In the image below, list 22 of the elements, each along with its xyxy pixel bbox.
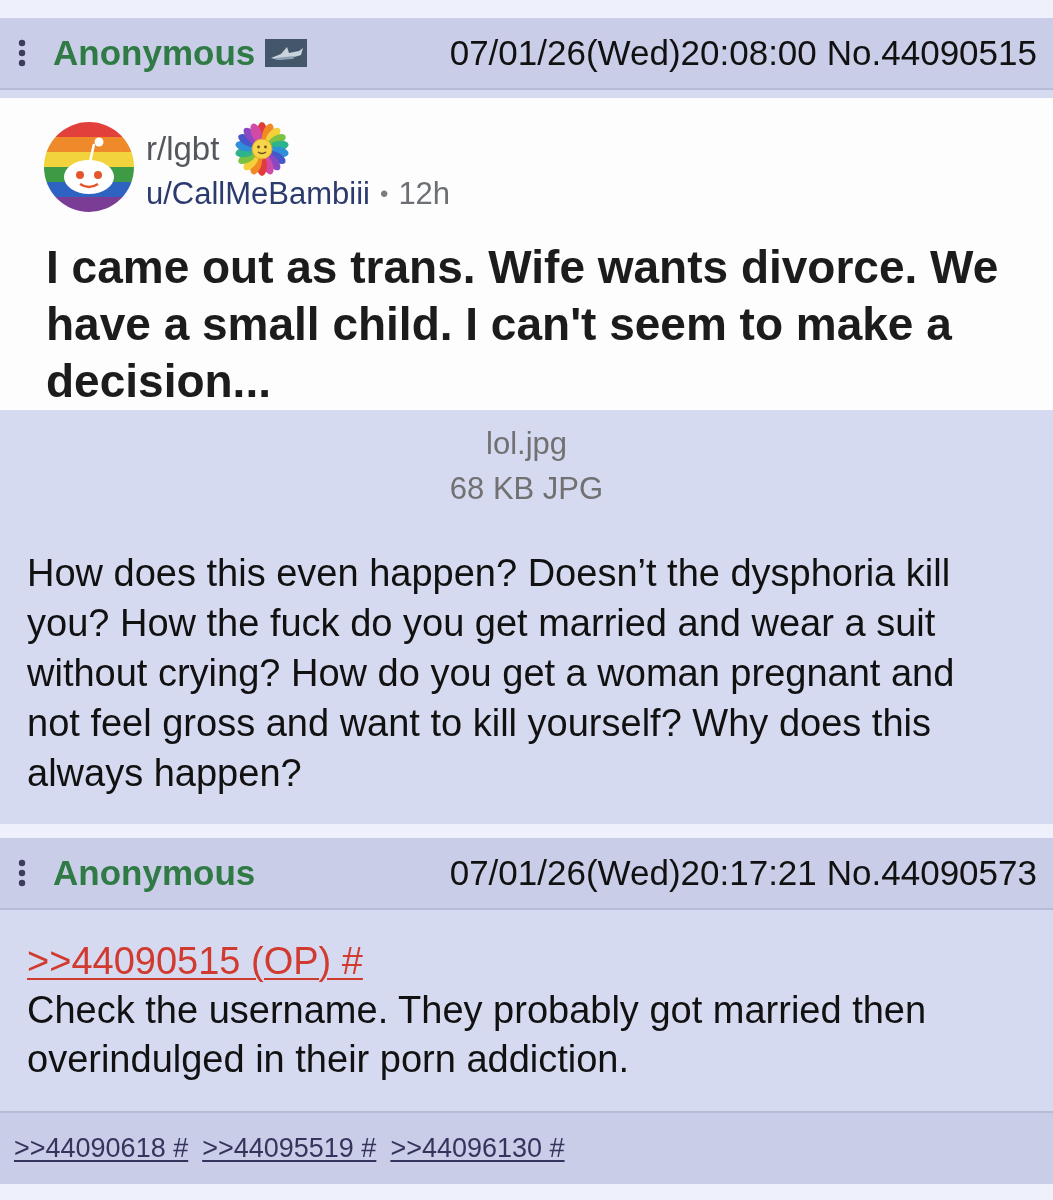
post-date: 07/01/26(Wed)20:08:00 [449,33,817,73]
subreddit-name: r/lgbt [146,130,220,168]
avatar-icon [44,122,134,212]
post-number-link[interactable]: No.44090515 [826,33,1037,73]
post-number-link[interactable]: No.44090573 [826,853,1037,893]
backlink[interactable]: >>44096130 # [390,1133,565,1164]
file-size: 68 KB JPG [449,470,604,508]
backlink[interactable]: >>44090618 # [14,1133,189,1164]
post-title: I came out as trans. Wife wants divorce. We have a small child. I can't seem to make a decision... [45,240,1000,409]
more-options-icon[interactable] [18,39,26,67]
backlink[interactable]: >>44095519 # [202,1133,377,1164]
username: u/CallMeBambiii [146,176,370,212]
separator: • [379,180,389,208]
poster-name: Anonymous [53,33,256,73]
file-name-link[interactable]: lol.jpg [486,421,567,466]
more-options-icon[interactable] [18,859,26,887]
comment-text: Check the username. They probably got married then overindulged in their porn addiction. [27,988,928,1082]
flower-icon [234,121,291,177]
poster-name: Anonymous [53,853,256,893]
comment-text: How does this even happen? Doesn’t the dysphoria kill you? How the fuck do you get married and wear a suit without crying? How do you get a woman pregnant and not feel gross and want to kill yourself? Why does this always happen? [27,551,956,796]
post-date: 07/01/26(Wed)20:17:21 [449,853,817,893]
post-age: 12h [398,176,451,212]
